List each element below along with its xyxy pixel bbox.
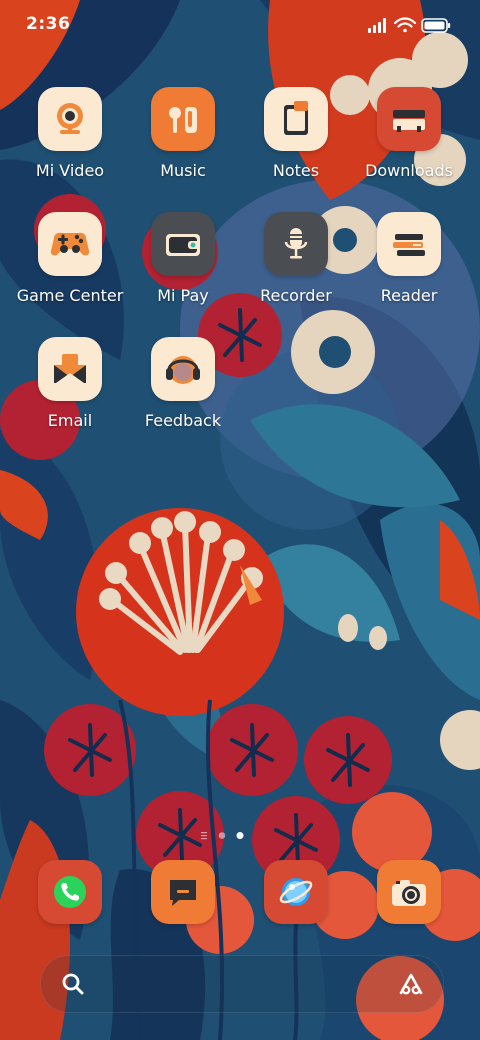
app-label: Mi Pay	[157, 286, 209, 305]
page-dot-1[interactable]	[218, 832, 226, 839]
app-label: Notes	[272, 161, 320, 180]
assistant-icon[interactable]	[397, 971, 425, 997]
battery-icon	[421, 18, 451, 33]
wallet-icon	[151, 212, 215, 276]
app-reader[interactable]: Reader	[354, 212, 464, 322]
page-dot-2-active[interactable]	[236, 832, 244, 839]
app-label: Game Center	[16, 286, 124, 305]
app-mi-video[interactable]: Mi Video	[15, 87, 125, 197]
app-label: Music	[160, 161, 206, 180]
status-time: 2:36	[26, 14, 71, 34]
search-icon	[62, 973, 84, 995]
app-downloads[interactable]: Downloads	[354, 87, 464, 197]
app-feedback[interactable]: Feedback	[128, 337, 238, 447]
app-label: Email	[47, 411, 93, 430]
mi-video-icon	[38, 87, 102, 151]
notes-icon	[264, 87, 328, 151]
page-list-icon	[201, 832, 207, 840]
game-controller-icon	[38, 212, 102, 276]
status-bar: 2:36	[0, 0, 480, 50]
app-game-center[interactable]: Game Center	[15, 212, 125, 322]
app-label: Recorder	[260, 286, 332, 305]
camera-icon	[377, 860, 441, 924]
signal-icon	[368, 18, 386, 33]
headphones-icon	[151, 337, 215, 401]
dock-phone[interactable]	[38, 860, 102, 924]
phone-icon	[38, 860, 102, 924]
messages-icon	[151, 860, 215, 924]
envelope-icon	[38, 337, 102, 401]
app-label: Reader	[380, 286, 438, 305]
browser-icon	[264, 860, 328, 924]
dock-messages[interactable]	[151, 860, 215, 924]
app-notes[interactable]: Notes	[241, 87, 351, 197]
app-label: Mi Video	[35, 161, 105, 180]
app-music[interactable]: Music	[128, 87, 238, 197]
dock-camera[interactable]	[377, 860, 441, 924]
app-mi-pay[interactable]: Mi Pay	[128, 212, 238, 322]
music-icon	[151, 87, 215, 151]
app-recorder[interactable]: Recorder	[241, 212, 351, 322]
app-label: Feedback	[144, 411, 222, 430]
search-bar[interactable]	[40, 955, 444, 1013]
downloads-icon	[377, 87, 441, 151]
wifi-icon	[393, 17, 417, 33]
books-icon	[377, 212, 441, 276]
dock-browser[interactable]	[264, 860, 328, 924]
app-label: Downloads	[365, 161, 453, 180]
app-email[interactable]: Email	[15, 337, 125, 447]
microphone-icon	[264, 212, 328, 276]
page-indicator	[201, 832, 244, 840]
